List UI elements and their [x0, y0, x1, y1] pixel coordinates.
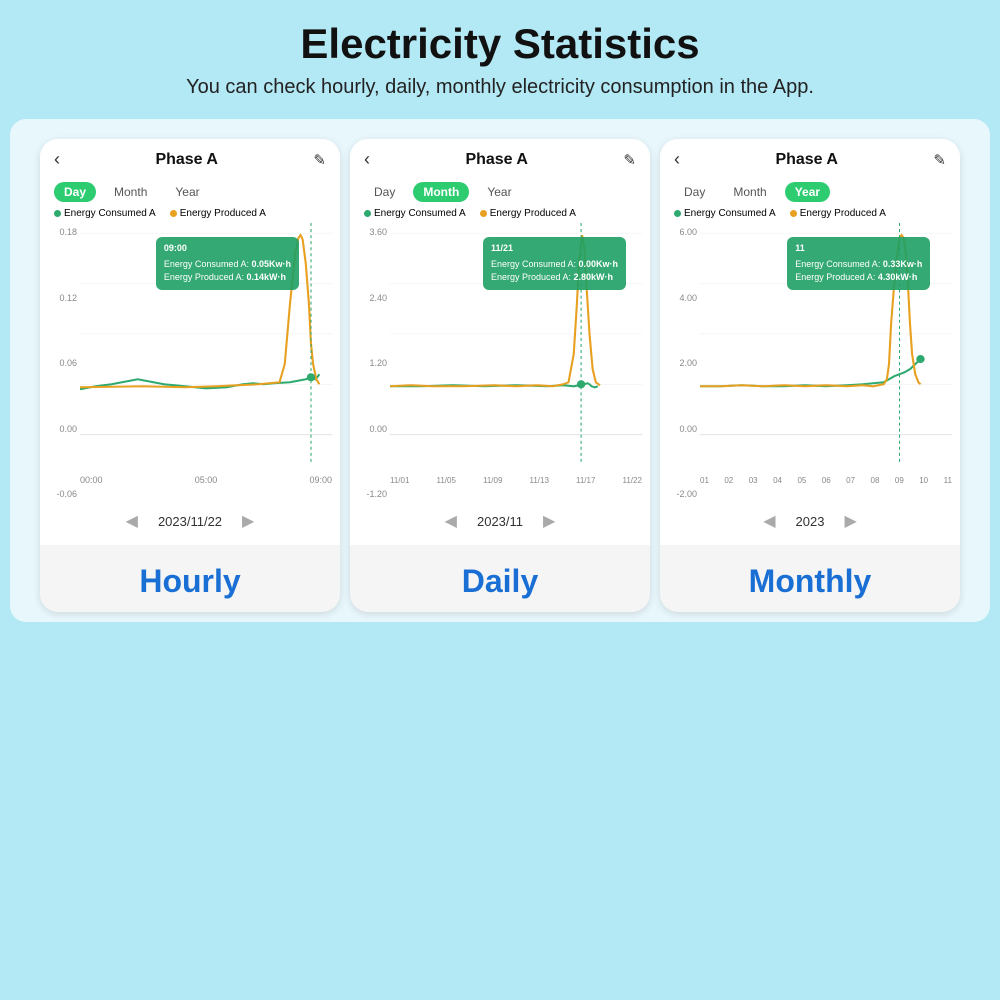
legend-dot-consumed-monthly — [674, 210, 681, 217]
tabs-monthly: Day Month Year — [660, 176, 960, 206]
chart-daily: 3.602.401.200.00-1.20 — [358, 223, 642, 503]
phones-container: ‹ Phase A ✎ Day Month Year Energy Consum… — [10, 119, 990, 622]
tab-daily-year[interactable]: Year — [477, 182, 521, 202]
nav-prev-daily[interactable]: ◀ — [445, 511, 457, 531]
legend-dot-produced-daily — [480, 210, 487, 217]
tooltip-monthly: 11 Energy Consumed A: 0.33Kw·h Energy Pr… — [787, 237, 930, 290]
phone-daily-title: Phase A — [465, 151, 528, 169]
tab-daily-month[interactable]: Month — [413, 182, 469, 202]
tab-monthly-year[interactable]: Year — [785, 182, 830, 202]
nav-monthly: ◀ 2023 ▶ — [660, 503, 960, 535]
legend-dot-consumed-daily — [364, 210, 371, 217]
tooltip-daily-produced: Energy Produced A: 2.80kW·h — [491, 271, 618, 285]
tabs-daily: Day Month Year — [350, 176, 650, 206]
phone-daily: ‹ Phase A ✎ Day Month Year Energy Consum… — [350, 139, 650, 612]
phone-monthly-label: Monthly — [660, 545, 960, 612]
legend-dot-produced-hourly — [170, 210, 177, 217]
edit-icon-daily[interactable]: ✎ — [623, 151, 636, 169]
phone-monthly: ‹ Phase A ✎ Day Month Year Energy Consum… — [660, 139, 960, 612]
tooltip-hourly-time: 09:00 — [164, 242, 291, 256]
back-arrow-daily[interactable]: ‹ — [364, 149, 370, 170]
nav-next-monthly[interactable]: ▶ — [844, 511, 856, 531]
phone-monthly-title: Phase A — [775, 151, 838, 169]
tooltip-monthly-consumed: Energy Consumed A: 0.33Kw·h — [795, 258, 922, 272]
edit-icon-hourly[interactable]: ✎ — [313, 151, 326, 169]
page-title: Electricity Statistics — [300, 20, 699, 68]
legend-label-produced-hourly: Energy Produced A — [180, 208, 266, 219]
chart-monthly: 6.004.002.000.00-2.00 — [668, 223, 952, 503]
legend-consumed-monthly: Energy Consumed A — [674, 208, 776, 219]
legend-dot-produced-monthly — [790, 210, 797, 217]
legend-produced-hourly: Energy Produced A — [170, 208, 266, 219]
nav-hourly: ◀ 2023/11/22 ▶ — [40, 503, 340, 535]
nav-date-hourly: 2023/11/22 — [158, 514, 222, 529]
tooltip-monthly-time: 11 — [795, 242, 922, 256]
legend-produced-daily: Energy Produced A — [480, 208, 576, 219]
tooltip-monthly-produced: Energy Produced A: 4.30kW·h — [795, 271, 922, 285]
phone-daily-label: Daily — [350, 545, 650, 612]
legend-monthly: Energy Consumed A Energy Produced A — [660, 206, 960, 223]
tab-monthly-day[interactable]: Day — [674, 182, 715, 202]
legend-label-produced-daily: Energy Produced A — [490, 208, 576, 219]
nav-next-hourly[interactable]: ▶ — [242, 511, 254, 531]
legend-daily: Energy Consumed A Energy Produced A — [350, 206, 650, 223]
tooltip-hourly-produced: Energy Produced A: 0.14kW·h — [164, 271, 291, 285]
legend-consumed-hourly: Energy Consumed A — [54, 208, 156, 219]
tab-hourly-day[interactable]: Day — [54, 182, 96, 202]
legend-dot-consumed-hourly — [54, 210, 61, 217]
legend-produced-monthly: Energy Produced A — [790, 208, 886, 219]
tab-hourly-month[interactable]: Month — [104, 182, 157, 202]
phone-daily-header: ‹ Phase A ✎ — [350, 139, 650, 176]
tabs-hourly: Day Month Year — [40, 176, 340, 206]
tooltip-daily: 11/21 Energy Consumed A: 0.00Kw·h Energy… — [483, 237, 626, 290]
phone-monthly-header: ‹ Phase A ✎ — [660, 139, 960, 176]
back-arrow-hourly[interactable]: ‹ — [54, 149, 60, 170]
nav-next-daily[interactable]: ▶ — [543, 511, 555, 531]
legend-label-consumed-hourly: Energy Consumed A — [64, 208, 156, 219]
edit-icon-monthly[interactable]: ✎ — [933, 151, 946, 169]
legend-label-produced-monthly: Energy Produced A — [800, 208, 886, 219]
nav-prev-monthly[interactable]: ◀ — [763, 511, 775, 531]
phone-hourly: ‹ Phase A ✎ Day Month Year Energy Consum… — [40, 139, 340, 612]
tooltip-daily-time: 11/21 — [491, 242, 618, 256]
phone-hourly-title: Phase A — [155, 151, 218, 169]
nav-date-monthly: 2023 — [796, 514, 825, 529]
legend-label-consumed-monthly: Energy Consumed A — [684, 208, 776, 219]
legend-consumed-daily: Energy Consumed A — [364, 208, 466, 219]
phone-hourly-label: Hourly — [40, 545, 340, 612]
chart-hourly: 0.180.120.060.00-0.06 — [48, 223, 332, 503]
tooltip-hourly-consumed: Energy Consumed A: 0.05Kw·h — [164, 258, 291, 272]
tab-hourly-year[interactable]: Year — [165, 182, 209, 202]
nav-daily: ◀ 2023/11 ▶ — [350, 503, 650, 535]
nav-prev-hourly[interactable]: ◀ — [126, 511, 138, 531]
tab-daily-day[interactable]: Day — [364, 182, 405, 202]
page-subtitle: You can check hourly, daily, monthly ele… — [186, 76, 814, 99]
legend-hourly: Energy Consumed A Energy Produced A — [40, 206, 340, 223]
back-arrow-monthly[interactable]: ‹ — [674, 149, 680, 170]
tooltip-hourly: 09:00 Energy Consumed A: 0.05Kw·h Energy… — [156, 237, 299, 290]
phone-hourly-header: ‹ Phase A ✎ — [40, 139, 340, 176]
tooltip-daily-consumed: Energy Consumed A: 0.00Kw·h — [491, 258, 618, 272]
nav-date-daily: 2023/11 — [477, 514, 523, 529]
legend-label-consumed-daily: Energy Consumed A — [374, 208, 466, 219]
tab-monthly-month[interactable]: Month — [723, 182, 776, 202]
